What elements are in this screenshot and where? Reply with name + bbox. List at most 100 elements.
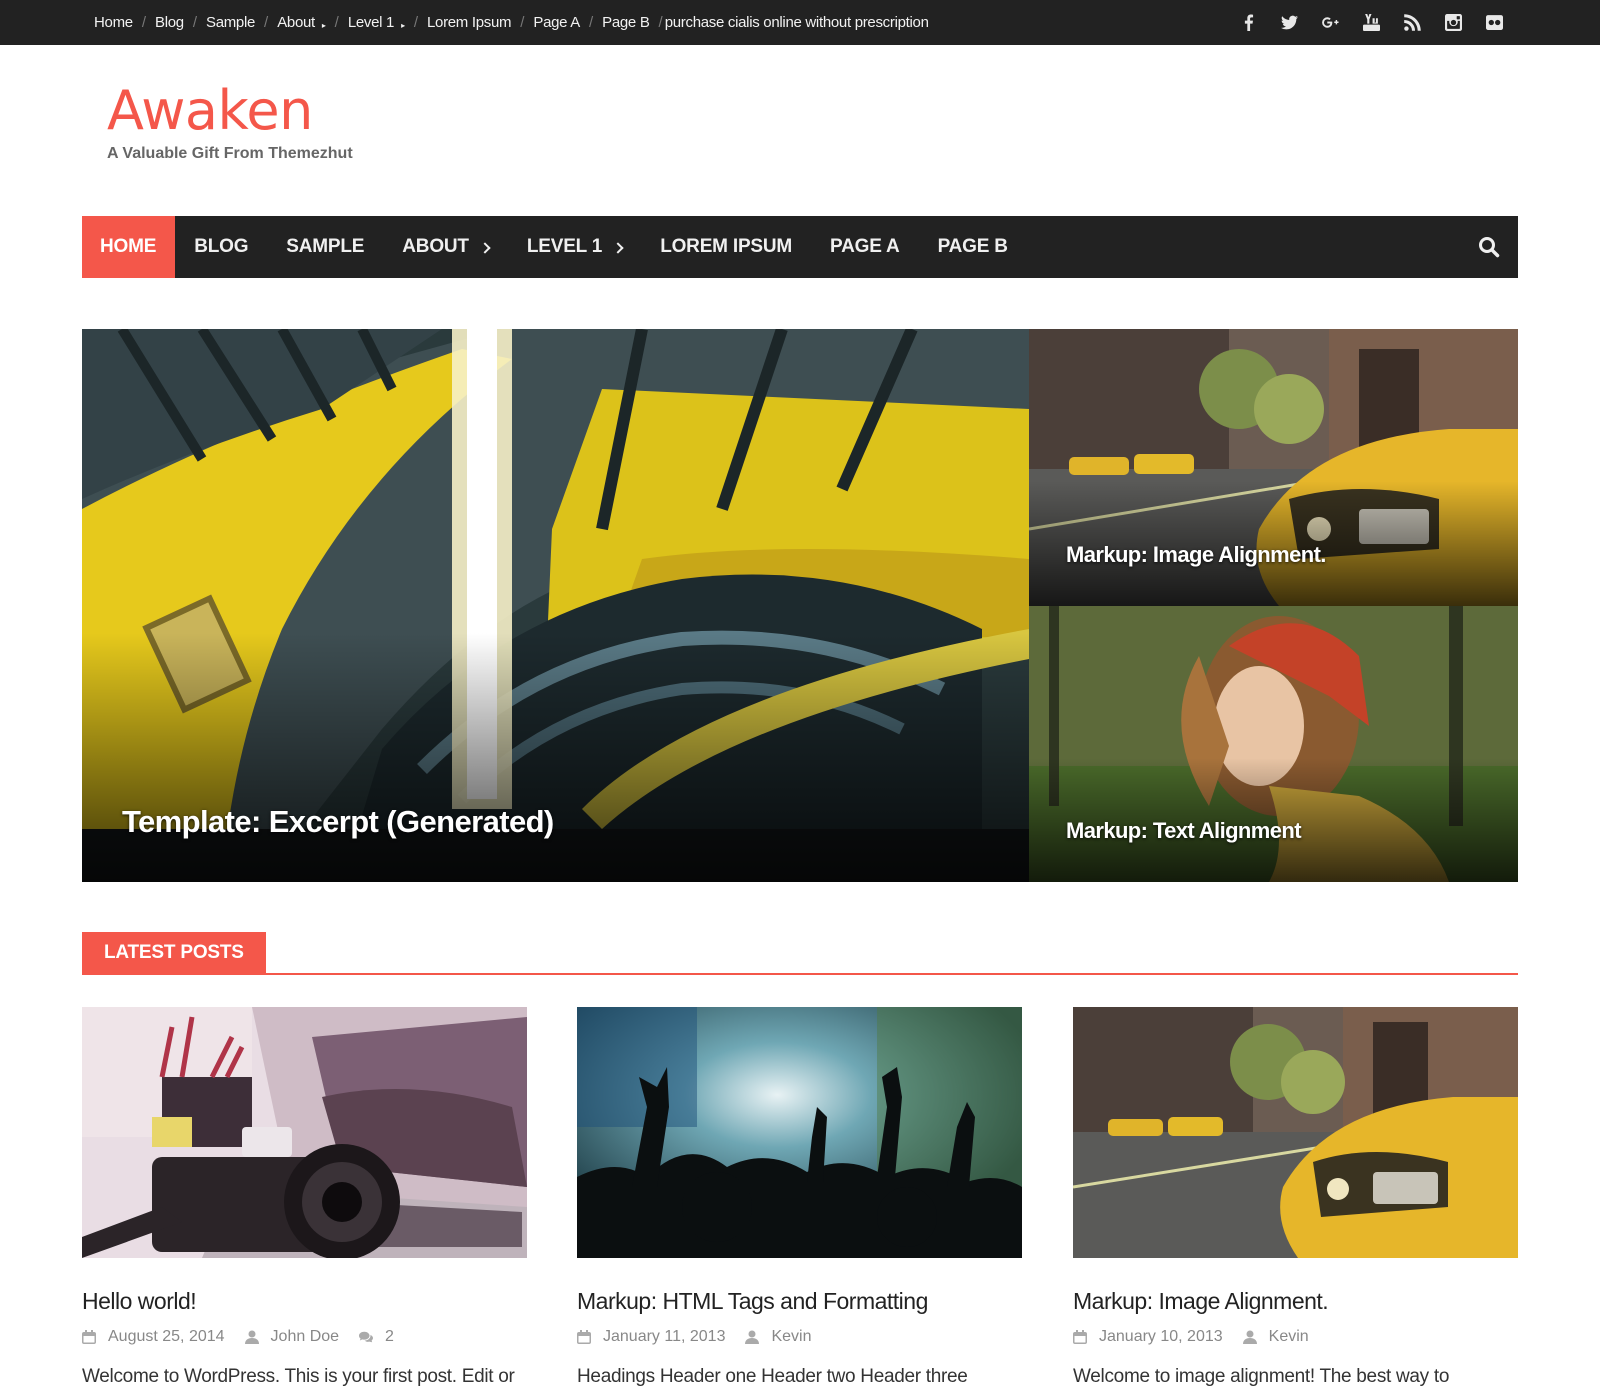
top-menu-label: Page B: [602, 14, 650, 31]
instagram-icon[interactable]: [1444, 13, 1463, 32]
post-date-text: January 11, 2013: [603, 1328, 726, 1345]
submenu-caret-icon: ▸: [401, 21, 405, 30]
post-date[interactable]: January 11, 2013: [577, 1328, 725, 1346]
featured-post-side[interactable]: Markup: Text Alignment: [1029, 606, 1518, 882]
top-menu-label: Level 1: [347, 14, 395, 31]
top-menu-label: Lorem Ipsum: [426, 14, 512, 31]
top-menu-item-page-b[interactable]: Page B: [602, 14, 650, 31]
nav-item-page-a[interactable]: Page A: [811, 216, 919, 278]
post-author[interactable]: John Doe: [244, 1328, 340, 1346]
nav-item-about[interactable]: About: [383, 216, 508, 278]
top-menu-item-spam-link[interactable]: purchase cialis online without prescript…: [665, 14, 929, 31]
post-author[interactable]: Kevin: [1242, 1328, 1309, 1346]
post-excerpt: Welcome to image alignment! The best way…: [1073, 1366, 1450, 1387]
site-title[interactable]: Awaken: [107, 84, 313, 138]
top-menu-separator: /: [192, 14, 197, 31]
nav-item-page-b[interactable]: Page B: [919, 216, 1027, 278]
top-menu-item-home[interactable]: Home: [94, 14, 133, 31]
comments-icon: [359, 1330, 374, 1344]
chevron-right-icon: [612, 241, 624, 254]
top-bar: Home / Blog / Sample / About ▸ / Level 1 ▸…: [0, 0, 1600, 45]
post-title[interactable]: Markup: HTML Tags and Formatting: [577, 1288, 1022, 1315]
latest-posts-header: Latest Posts: [82, 932, 1518, 975]
post-author-name: Kevin: [1268, 1328, 1309, 1345]
post-author-name: John Doe: [270, 1328, 340, 1345]
section-title: Latest Posts: [82, 932, 266, 973]
nav-item-home[interactable]: Home: [82, 216, 176, 278]
post-meta: January 11, 2013 Kevin: [577, 1328, 1022, 1346]
top-menu-separator: /: [264, 14, 269, 31]
post-excerpt: Headings Header one Header two Header th…: [577, 1366, 968, 1387]
search-icon[interactable]: [1478, 236, 1500, 258]
featured-post-side[interactable]: Markup: Image Alignment.: [1029, 329, 1518, 606]
top-menu-separator: /: [658, 14, 663, 31]
post-author[interactable]: Kevin: [745, 1328, 812, 1346]
youtube-icon[interactable]: [1362, 13, 1381, 32]
nav-item-label: About: [402, 236, 469, 257]
nav-item-label: Lorem Ipsum: [660, 236, 793, 257]
post-date-text: January 10, 2013: [1099, 1328, 1223, 1345]
top-menu-item-sample[interactable]: Sample: [206, 14, 255, 31]
top-menu-separator: /: [141, 14, 146, 31]
post-title[interactable]: Markup: Image Alignment.: [1073, 1288, 1518, 1315]
nav-item-lorem-ipsum[interactable]: Lorem Ipsum: [641, 216, 811, 278]
top-menu-item-lorem-ipsum[interactable]: Lorem Ipsum: [426, 14, 512, 31]
nav-item-label: Blog: [194, 236, 249, 257]
facebook-icon[interactable]: [1239, 13, 1258, 32]
featured-post-title[interactable]: Markup: Image Alignment.: [1066, 542, 1326, 568]
camera-laptop-image: [82, 1007, 527, 1258]
featured-post-title[interactable]: Markup: Text Alignment: [1066, 818, 1302, 844]
post-card: Hello world! August 25, 2014 John Doe 2 …: [82, 1007, 527, 1388]
user-icon: [244, 1330, 259, 1344]
twitter-icon[interactable]: [1280, 13, 1299, 32]
post-comment-count: 2: [385, 1328, 394, 1345]
nav-item-label: Page B: [937, 236, 1008, 257]
calendar-icon: [82, 1330, 96, 1344]
nav-item-label: Home: [100, 236, 157, 257]
top-menu-item-level-1[interactable]: Level 1 ▸: [348, 14, 405, 31]
post-card: Markup: Image Alignment. January 10, 201…: [1073, 1007, 1518, 1388]
post-title[interactable]: Hello world!: [82, 1288, 527, 1315]
flickr-icon[interactable]: [1485, 13, 1504, 32]
concert-crowd-image: [577, 1007, 1022, 1258]
top-menu: Home / Blog / Sample / About ▸ / Level 1 ▸…: [94, 0, 929, 45]
post-date-text: August 25, 2014: [108, 1328, 225, 1345]
featured-post-title[interactable]: Template: Excerpt (Generated): [122, 804, 554, 840]
top-menu-label: Home: [94, 14, 133, 31]
calendar-icon: [1073, 1330, 1087, 1344]
post-meta: January 10, 2013 Kevin: [1073, 1328, 1518, 1346]
top-menu-label: purchase cialis online without prescript…: [664, 14, 929, 31]
top-menu-separator: /: [334, 14, 339, 31]
nav-item-blog[interactable]: Blog: [175, 216, 267, 278]
top-menu-separator: /: [413, 14, 418, 31]
nav-item-level-1[interactable]: Level 1: [508, 216, 641, 278]
post-comments[interactable]: 2: [359, 1328, 394, 1346]
post-meta: August 25, 2014 John Doe 2: [82, 1328, 527, 1346]
post-date[interactable]: August 25, 2014: [82, 1328, 225, 1346]
submenu-caret-icon: ▸: [321, 21, 326, 30]
image-overlay: [82, 633, 1029, 882]
featured-post-main[interactable]: Template: Excerpt (Generated): [82, 329, 1029, 882]
top-menu-item-about[interactable]: About ▸: [277, 14, 326, 31]
top-menu-separator: /: [520, 14, 525, 31]
post-card: Markup: HTML Tags and Formatting January…: [577, 1007, 1022, 1388]
post-date[interactable]: January 10, 2013: [1073, 1328, 1223, 1346]
social-links: [1239, 0, 1504, 45]
post-thumbnail[interactable]: [82, 1007, 527, 1258]
user-icon: [745, 1330, 760, 1344]
taxi-street-image: [1073, 1007, 1518, 1258]
nav-item-label: Page A: [830, 236, 900, 257]
post-thumbnail[interactable]: [1073, 1007, 1518, 1258]
rss-icon[interactable]: [1403, 13, 1422, 32]
top-menu-item-blog[interactable]: Blog: [155, 14, 184, 31]
chevron-right-icon: [479, 241, 491, 254]
nav-item-sample[interactable]: Sample: [267, 216, 383, 278]
google-plus-icon[interactable]: [1321, 13, 1340, 32]
post-thumbnail[interactable]: [577, 1007, 1022, 1258]
post-excerpt: Welcome to WordPress. This is your first…: [82, 1366, 515, 1387]
top-menu-item-page-a[interactable]: Page A: [533, 14, 580, 31]
site-description: A Valuable Gift From Themezhut: [107, 145, 353, 162]
user-icon: [1242, 1330, 1257, 1344]
top-menu-label: About: [277, 14, 315, 31]
calendar-icon: [577, 1330, 591, 1344]
